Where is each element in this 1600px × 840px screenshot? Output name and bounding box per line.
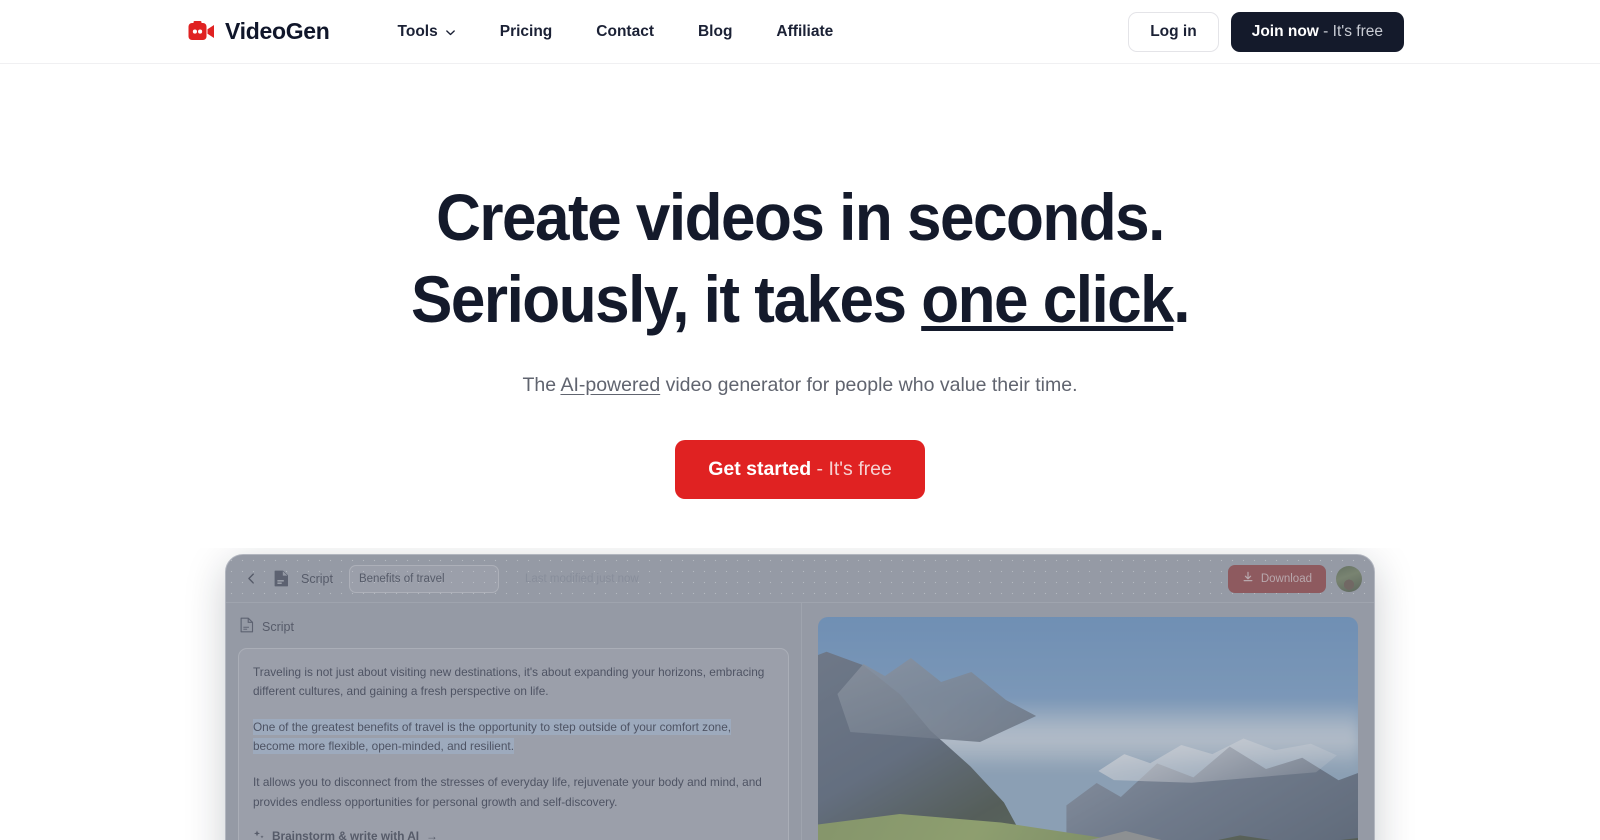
mountain-landscape-photo bbox=[818, 617, 1358, 840]
download-button[interactable]: Download bbox=[1227, 564, 1326, 593]
app-preview-window[interactable]: Script Benefits of travel Last modified … bbox=[225, 554, 1375, 840]
avatar[interactable] bbox=[1336, 565, 1362, 592]
brainstorm-with-ai-button[interactable]: Brainstorm & write with AI → bbox=[253, 829, 774, 840]
document-icon bbox=[240, 617, 254, 636]
nav-item-tools[interactable]: Tools bbox=[376, 15, 478, 49]
nav-item-label: Blog bbox=[697, 22, 733, 40]
cta-wrap: Get started - It's free bbox=[0, 440, 1600, 499]
headline-emphasis: one click bbox=[921, 262, 1174, 336]
app-preview-stage: Script Benefits of travel Last modified … bbox=[0, 548, 1600, 840]
toolbar-right-actions: Download bbox=[1227, 564, 1362, 593]
brand-name: VideoGen bbox=[225, 18, 330, 44]
header-actions: Log in Join now - It's free bbox=[1128, 11, 1404, 52]
headline-line-2-pre: Seriously, it takes bbox=[411, 262, 922, 336]
hero-subtitle: The AI-powered video generator for peopl… bbox=[0, 374, 1600, 397]
chevron-left-icon[interactable] bbox=[240, 568, 262, 590]
brainstorm-label: Brainstorm & write with AI bbox=[272, 829, 420, 840]
get-started-tail: - It's free bbox=[811, 458, 892, 480]
video-camera-icon bbox=[188, 21, 215, 42]
join-now-label: Join now bbox=[1251, 22, 1319, 40]
video-preview-panel bbox=[802, 603, 1374, 840]
get-started-button[interactable]: Get started - It's free bbox=[675, 440, 925, 499]
login-button[interactable]: Log in bbox=[1128, 11, 1219, 52]
left-rock-face bbox=[837, 658, 1037, 742]
last-modified-text: Last modified just now bbox=[524, 572, 639, 585]
nav-item-label: Contact bbox=[596, 22, 654, 40]
main-nav: Tools Pricing Contact Blog Affiliate bbox=[376, 15, 856, 49]
headline-line-2: Seriously, it takes one click. bbox=[48, 266, 1552, 332]
subtitle-post: video generator for people who value the… bbox=[660, 374, 1078, 396]
join-now-tail: - It's free bbox=[1318, 22, 1383, 40]
script-paragraph: It allows you to disconnect from the str… bbox=[253, 775, 762, 809]
header-inner: VideoGen Tools Pricing Contact Blog Affi… bbox=[0, 0, 1600, 63]
nav-item-label: Affiliate bbox=[776, 22, 834, 40]
get-started-label: Get started bbox=[708, 458, 812, 480]
subtitle-pre: The bbox=[522, 374, 561, 396]
document-icon bbox=[274, 570, 289, 587]
nav-item-label: Tools bbox=[397, 22, 438, 40]
selected-text: One of the greatest benefits of travel i… bbox=[253, 719, 732, 755]
script-panel-header: Script bbox=[238, 615, 789, 648]
join-now-button[interactable]: Join now - It's free bbox=[1230, 11, 1404, 52]
download-label: Download bbox=[1260, 572, 1312, 585]
headline-line-1: Create videos in seconds. bbox=[436, 180, 1165, 254]
site-header: VideoGen Tools Pricing Contact Blog Affi… bbox=[0, 0, 1600, 64]
sparkles-icon bbox=[253, 829, 265, 840]
brand-logo-link[interactable]: VideoGen bbox=[188, 18, 330, 45]
nav-item-contact[interactable]: Contact bbox=[574, 15, 676, 49]
nav-item-label: Pricing bbox=[499, 22, 553, 40]
nav-item-affiliate[interactable]: Affiliate bbox=[754, 15, 855, 49]
script-panel: Script Traveling is not just about visit… bbox=[226, 603, 802, 840]
chevron-down-icon bbox=[445, 25, 456, 36]
nav-item-blog[interactable]: Blog bbox=[676, 15, 754, 49]
subtitle-emphasis: AI-powered bbox=[560, 374, 661, 396]
script-paragraph-selected: One of the greatest benefits of travel i… bbox=[253, 718, 774, 756]
headline-line-2-post: . bbox=[1173, 262, 1190, 336]
toolbar-script-label: Script bbox=[301, 571, 333, 586]
arrow-right-icon: → bbox=[426, 829, 438, 840]
project-title-input[interactable]: Benefits of travel bbox=[348, 564, 499, 593]
page-title: Create videos in seconds. Seriously, it … bbox=[48, 184, 1552, 332]
script-editor[interactable]: Traveling is not just about visiting new… bbox=[238, 648, 789, 840]
download-icon bbox=[1242, 571, 1254, 586]
app-body: Script Traveling is not just about visit… bbox=[226, 603, 1374, 840]
nav-item-pricing[interactable]: Pricing bbox=[478, 15, 575, 49]
script-paragraph: Traveling is not just about visiting new… bbox=[253, 665, 765, 699]
app-toolbar: Script Benefits of travel Last modified … bbox=[226, 555, 1374, 603]
hero-section: Create videos in seconds. Seriously, it … bbox=[0, 64, 1600, 499]
script-panel-label: Script bbox=[262, 619, 294, 634]
